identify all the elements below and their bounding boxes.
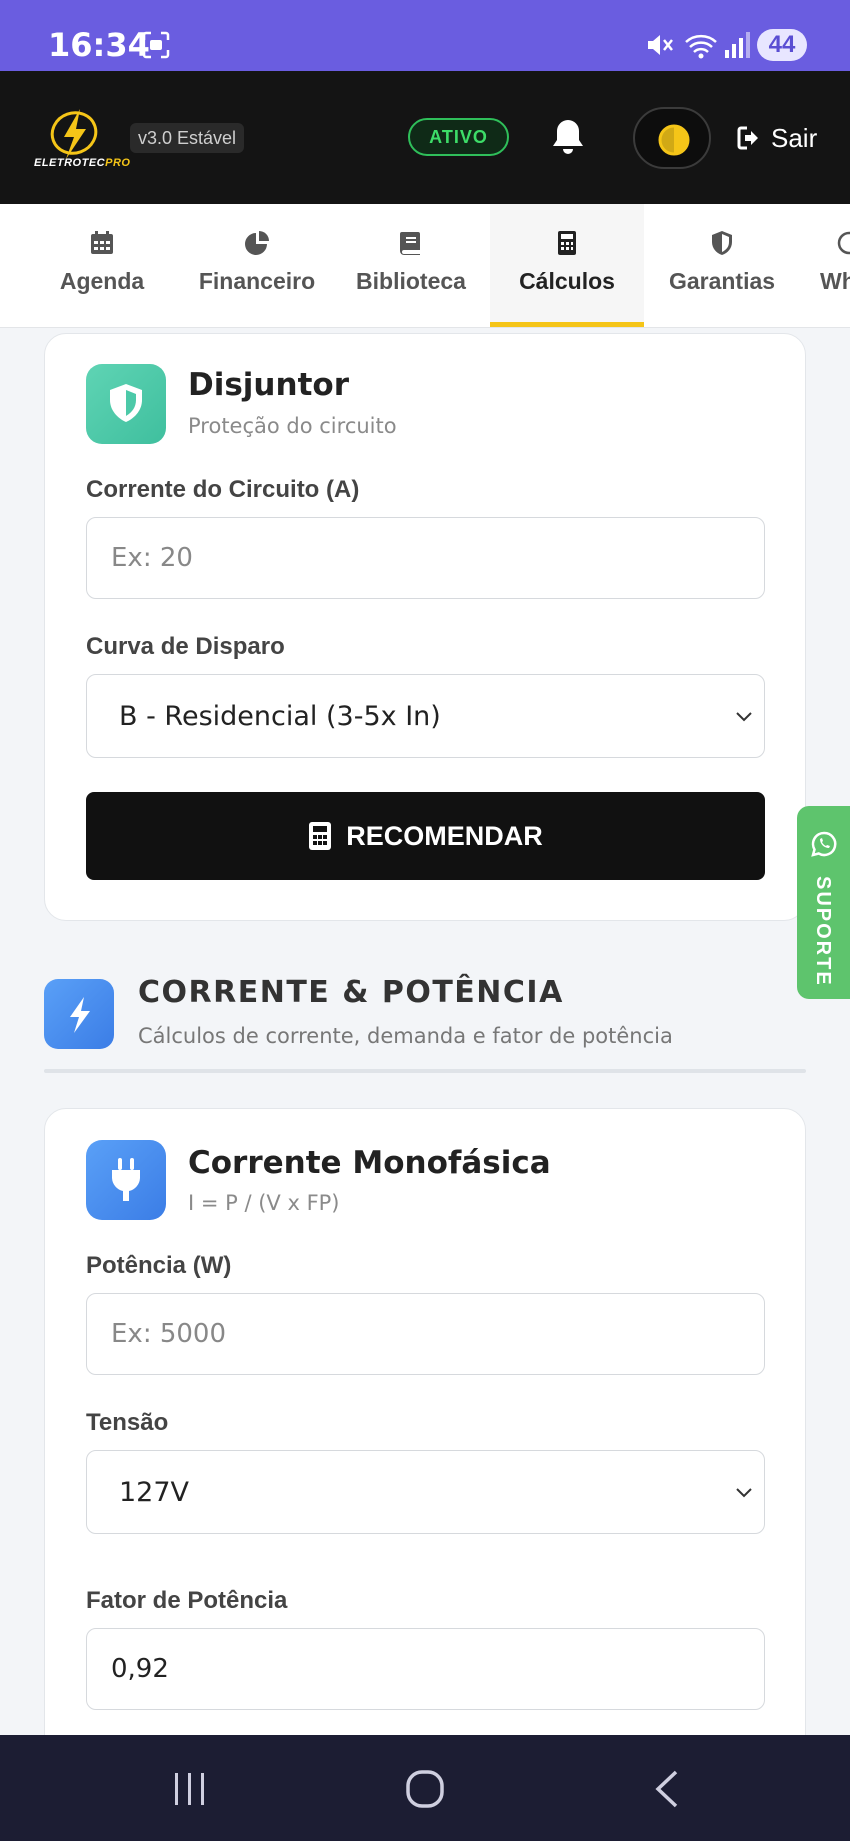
calculator-icon [309,822,332,850]
shield-icon [712,231,732,255]
status-badge: ATIVO [408,118,509,156]
power-factor-label: Fator de Potência [86,1587,288,1614]
version-badge: v3.0 Estável [130,123,245,153]
home-icon[interactable] [405,1769,445,1809]
plug-icon [86,1140,166,1220]
tab-garantias[interactable]: Garantias [664,204,780,327]
circuit-current-input[interactable] [86,517,765,599]
whatsapp-icon [811,831,837,857]
chevron-down-icon [736,1488,752,1498]
breaker-shield-icon [86,364,166,444]
trip-curve-value: B - Residencial (3-5x In) [119,701,441,732]
tab-label: Biblioteca [356,268,466,294]
calculator-icon [558,231,576,255]
main-tabs: Agenda Financeiro Biblioteca Cálculos Ga… [0,204,850,328]
section-subtitle: Cálculos de corrente, demanda e fator de… [138,1024,673,1048]
recommend-button[interactable]: RECOMENDAR [86,792,765,880]
status-bar: 16:34 44 [0,0,850,71]
tab-label: Garantias [668,268,776,294]
voltage-value: 127V [119,1477,190,1508]
logout-icon [737,126,758,150]
power-label: Potência (W) [86,1252,232,1279]
breaker-card: Disjuntor Proteção do circuito Corrente … [44,333,806,921]
back-icon[interactable] [648,1769,688,1809]
whatsapp-icon [837,231,850,255]
app-header: ELETROTECPRO v3.0 Estável ATIVO Sair [0,71,850,204]
tab-calculos[interactable]: Cálculos [490,204,644,327]
card-title: Disjuntor [188,367,349,403]
trip-curve-label: Curva de Disparo [86,633,285,660]
logout-button[interactable]: Sair [737,121,817,155]
recommend-label: RECOMENDAR [346,820,543,851]
section-divider [44,1069,806,1073]
battery-icon: 44 [757,29,807,61]
voltage-label: Tensão [86,1409,169,1436]
support-button[interactable]: SUPORTE [797,806,850,999]
tab-agenda[interactable]: Agenda [50,204,154,327]
voltage-select[interactable]: 127V [86,1450,765,1534]
tab-label: Agenda [59,268,145,294]
recent-apps-icon[interactable] [170,1769,210,1809]
tab-label: Cálculos [519,268,615,294]
formula-text: I = P / (V x FP) [188,1191,340,1215]
card-subtitle: Proteção do circuito [188,414,397,438]
power-input[interactable] [86,1293,765,1375]
status-time: 16:34 [48,26,150,64]
tab-label: WhatsApp [820,268,850,294]
wifi-icon [685,34,717,59]
power-factor-input[interactable] [86,1628,765,1710]
signal-icon [725,32,750,58]
trip-curve-select[interactable]: B - Residencial (3-5x In) [86,674,765,758]
tab-label: Financeiro [198,268,316,294]
contrast-icon [658,124,690,156]
theme-toggle-button[interactable] [633,107,711,169]
lightning-section-icon [44,979,114,1049]
screen-record-icon [142,31,170,59]
bell-icon[interactable] [550,117,586,157]
section-title: CORRENTE & POTÊNCIA [138,975,564,1010]
logout-label: Sair [771,122,818,153]
calendar-icon [91,231,113,254]
chevron-down-icon [736,712,752,722]
tab-whatsapp[interactable]: WhatsApp [820,204,850,327]
tab-biblioteca[interactable]: Biblioteca [352,204,470,327]
support-label: SUPORTE [812,876,834,987]
card-title: Corrente Monofásica [188,1145,551,1181]
mute-icon [648,35,673,55]
circuit-current-label: Corrente do Circuito (A) [86,476,360,503]
tab-financeiro[interactable]: Financeiro [196,204,318,327]
single-phase-card: Corrente Monofásica I = P / (V x FP) Pot… [44,1108,806,1808]
pie-chart-icon [245,231,269,255]
logo-text: ELETROTECPRO [34,157,131,169]
system-nav-bar [0,1735,850,1841]
book-icon [400,232,420,255]
